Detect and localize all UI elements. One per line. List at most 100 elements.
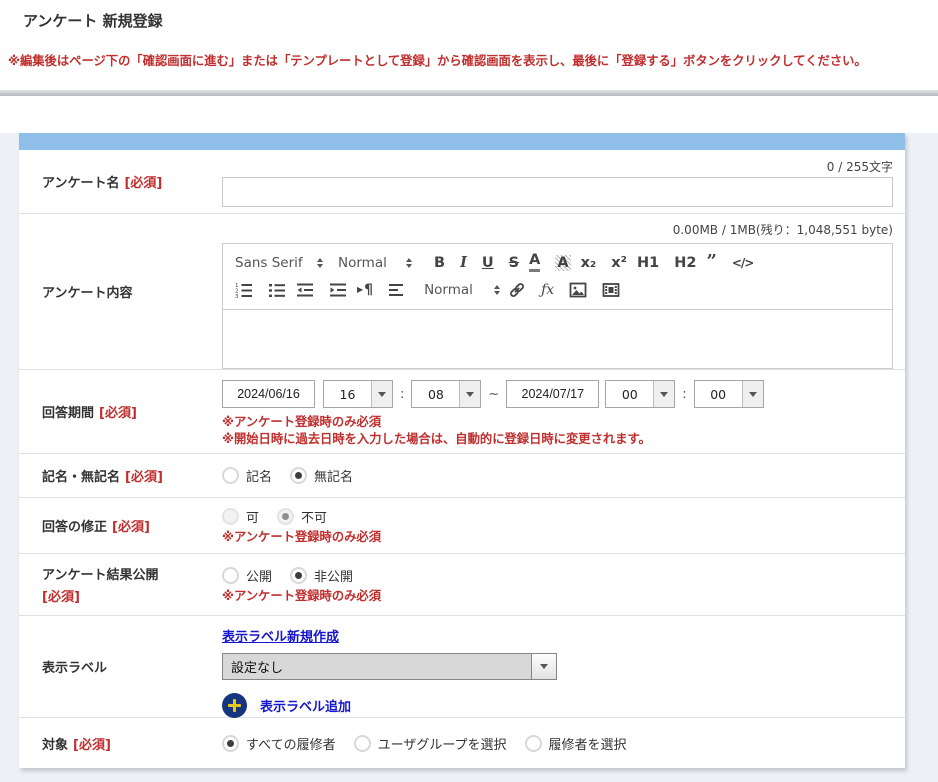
radio-label: 無記名 (314, 466, 353, 485)
end-hour-value: 00 (606, 381, 653, 407)
radio-private[interactable]: 非公開 (290, 566, 353, 585)
row-target: 対象 [必須] すべての履修者 ユーザグループを選択 履修者を選択 (19, 718, 905, 768)
end-hour-combo[interactable]: 00 (605, 380, 675, 408)
indent-button[interactable] (329, 281, 347, 299)
font-picker[interactable]: Sans Serif (235, 255, 323, 271)
survey-form-panel: アンケート名 [必須] 0 / 255文字 アンケート内容 0.00MB / 1… (19, 133, 905, 768)
blockquote-button[interactable]: ” (706, 257, 716, 268)
radio-all-students[interactable]: すべての履修者 (222, 734, 336, 753)
editor-text-area[interactable] (223, 310, 892, 368)
create-display-label-link[interactable]: 表示ラベル新規作成 (222, 626, 339, 645)
panel-header-bar (19, 133, 905, 150)
add-display-label-link[interactable]: 表示ラベル追加 (260, 696, 351, 715)
header2-button[interactable]: H2 (674, 255, 696, 271)
radio-allow[interactable]: 可 (222, 507, 259, 526)
row-display-label: 表示ラベル 表示ラベル新規作成 設定なし 表示ラベル追加 (19, 616, 905, 718)
top-header: アンケート 新規登録 ※編集後はページ下の「確認画面に進む」または「テンプレート… (0, 0, 938, 90)
video-button[interactable] (602, 281, 620, 299)
survey-name-field: 0 / 255文字 (222, 150, 905, 213)
radio-disallow[interactable]: 不可 (277, 507, 327, 526)
text-direction-button[interactable]: ▶ ¶ (357, 282, 373, 298)
updown-arrows-icon (406, 258, 412, 268)
ordered-list-button[interactable]: 123 (235, 281, 253, 299)
required-badge: [必須] (42, 586, 158, 605)
end-minute-combo[interactable]: 00 (694, 380, 764, 408)
radio-circle-icon (222, 467, 239, 484)
radio-label: ユーザグループを選択 (378, 734, 507, 753)
start-minute-combo[interactable]: 08 (411, 380, 481, 408)
dropdown-arrow-icon[interactable] (531, 654, 556, 679)
answer-period-field: 16 : 08 ~ 00 : 00 (222, 370, 905, 453)
label-text: 記名・無記名 (42, 466, 120, 485)
anonymity-label: 記名・無記名 [必須] (19, 454, 222, 497)
superscript-button[interactable]: x² (611, 255, 627, 271)
range-tilde: ~ (488, 387, 499, 402)
formula-button[interactable]: ƒx (541, 282, 554, 298)
start-date-input[interactable] (222, 380, 315, 408)
target-field: すべての履修者 ユーザグループを選択 履修者を選択 (222, 718, 905, 768)
radio-select-students[interactable]: 履修者を選択 (525, 734, 627, 753)
align-button[interactable] (388, 281, 406, 299)
dropdown-arrow-icon[interactable] (371, 381, 392, 407)
direction-arrow-icon: ▶ (357, 285, 363, 294)
subscript-button[interactable]: x₂ (581, 255, 597, 271)
plus-icon[interactable] (222, 693, 247, 718)
radio-label: 履修者を選択 (549, 734, 627, 753)
radio-public[interactable]: 公開 (222, 566, 272, 585)
end-minute-value: 00 (695, 381, 742, 407)
size-picker[interactable]: Normal (338, 255, 412, 271)
link-button[interactable] (508, 281, 526, 299)
start-hour-value: 16 (324, 381, 371, 407)
display-label-label: 表示ラベル (19, 616, 222, 717)
dropdown-arrow-icon[interactable] (459, 381, 480, 407)
outdent-button[interactable] (296, 281, 314, 299)
label-text: アンケート内容 (42, 282, 132, 301)
row-survey-name: アンケート名 [必須] 0 / 255文字 (19, 150, 905, 214)
code-block-button[interactable]: </> (732, 256, 754, 270)
font-picker-value: Sans Serif (235, 255, 303, 271)
target-label: 対象 [必須] (19, 718, 222, 768)
required-badge: [必須] (112, 516, 150, 535)
style-picker[interactable]: Normal (424, 282, 500, 298)
time-colon: : (682, 387, 686, 402)
dropdown-arrow-icon[interactable] (653, 381, 674, 407)
radio-circle-icon (354, 735, 371, 752)
time-colon: : (400, 387, 404, 402)
period-note-1: ※アンケート登録時のみ必須 (222, 414, 893, 431)
bullet-list-button[interactable] (268, 281, 286, 299)
editor-toolbar: Sans Serif Normal B I U S A (223, 244, 892, 310)
select-value: 設定なし (223, 654, 531, 679)
underline-button[interactable]: U (482, 255, 494, 271)
size-counter: 0.00MB / 1MB(残り：1,048,551 byte) (222, 221, 893, 238)
radio-label: 可 (246, 507, 259, 526)
survey-name-input[interactable] (222, 177, 893, 207)
pilcrow-glyph: ¶ (364, 282, 373, 298)
strike-button[interactable]: S (509, 255, 519, 271)
radio-circle-icon (277, 508, 294, 525)
end-date-input[interactable] (506, 380, 599, 408)
add-label-row: 表示ラベル追加 (222, 693, 893, 718)
label-text: 回答期間 (42, 402, 94, 421)
header1-button[interactable]: H1 (637, 255, 659, 271)
radio-label: 非公開 (314, 566, 353, 585)
radio-label: すべての履修者 (246, 734, 336, 753)
dropdown-arrow-icon[interactable] (742, 381, 763, 407)
radio-circle-icon (222, 567, 239, 584)
style-picker-value: Normal (424, 282, 473, 298)
image-button[interactable] (569, 281, 587, 299)
radio-signed[interactable]: 記名 (222, 466, 272, 485)
display-label-select[interactable]: 設定なし (222, 653, 557, 680)
row-survey-content: アンケート内容 0.00MB / 1MB(残り：1,048,551 byte) … (19, 214, 905, 370)
text-color-button[interactable]: A (529, 253, 540, 272)
radio-anonymous[interactable]: 無記名 (290, 466, 353, 485)
size-picker-value: Normal (338, 255, 387, 271)
start-hour-combo[interactable]: 16 (323, 380, 393, 408)
italic-button[interactable]: I (460, 254, 467, 271)
bold-button[interactable]: B (434, 255, 445, 271)
row-answer-period: 回答期間 [必須] 16 : 08 ~ (19, 370, 905, 454)
background-color-button[interactable]: A (555, 255, 570, 271)
anonymity-field: 記名 無記名 (222, 454, 905, 497)
required-badge: [必須] (124, 172, 162, 191)
publication-radios: 公開 非公開 (222, 566, 893, 585)
radio-user-group[interactable]: ユーザグループを選択 (354, 734, 507, 753)
